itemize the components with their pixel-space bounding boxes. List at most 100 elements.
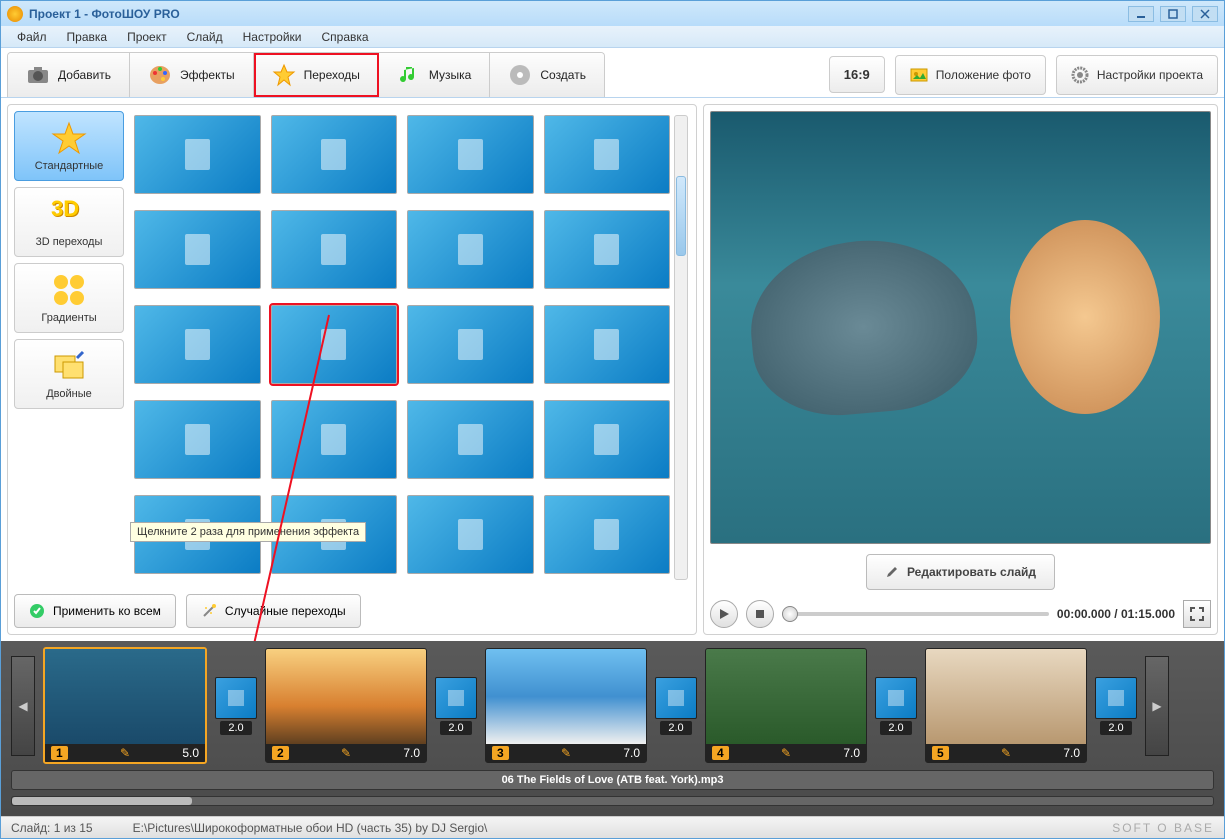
transition-item[interactable] [407,495,534,574]
transition-item[interactable] [407,305,534,384]
close-button[interactable] [1192,6,1218,22]
main-toolbar: Добавить Эффекты Переходы Музыка Создать… [1,48,1224,98]
transition-item[interactable] [407,115,534,194]
three-d-icon: 3D [51,196,87,232]
preview-viewport [710,111,1211,544]
window-title: Проект 1 - ФотоШОУ PRO [29,7,1122,21]
pencil-icon: ✎ [341,746,351,760]
pencil-icon: ✎ [561,746,571,760]
transition-item[interactable] [271,210,398,289]
timeline-slide[interactable]: 5✎7.0 [925,648,1087,763]
app-icon [7,6,23,22]
transition-item[interactable] [544,495,671,574]
menu-help[interactable]: Справка [313,27,376,47]
timeline-scrollbar[interactable] [11,796,1214,806]
star-icon [272,63,296,87]
menu-settings[interactable]: Настройки [235,27,310,47]
timeline-slide[interactable]: 3✎7.0 [485,648,647,763]
pencil-icon: ✎ [1001,746,1011,760]
status-path: E:\Pictures\Широкоформатные обои HD (час… [133,821,488,835]
statusbar: Слайд: 1 из 15 E:\Pictures\Широкоформатн… [1,816,1224,838]
category-3d[interactable]: 3D 3D переходы [14,187,124,257]
transition-item[interactable] [271,115,398,194]
timeline-slide[interactable]: 1✎5.0 [43,647,207,764]
transitions-grid [130,111,690,584]
project-settings-button[interactable]: Настройки проекта [1056,55,1218,95]
tab-transitions[interactable]: Переходы [254,53,379,97]
pencil-icon: ✎ [781,746,791,760]
transition-item[interactable] [544,115,671,194]
category-gradients[interactable]: Градиенты [14,263,124,333]
gear-icon [1071,66,1089,84]
transition-item[interactable] [134,115,261,194]
timeline: ◀ 1✎5.0 2.0 2✎7.0 2.0 3✎7.0 2.0 4✎7.0 2.… [1,641,1224,816]
tab-music[interactable]: Музыка [379,53,490,97]
timeline-transition[interactable]: 2.0 [1095,677,1137,735]
category-double[interactable]: Двойные [14,339,124,409]
tab-effects[interactable]: Эффекты [130,53,254,97]
timeline-slide[interactable]: 2✎7.0 [265,648,427,763]
gradient-icon [51,272,87,308]
camera-icon [26,63,50,87]
transition-item[interactable] [544,210,671,289]
timeline-nav-left[interactable]: ◀ [11,656,35,756]
edit-slide-button[interactable]: Редактировать слайд [866,554,1055,590]
aspect-ratio-button[interactable]: 16:9 [829,56,885,93]
menu-project[interactable]: Проект [119,27,175,47]
transitions-panel: Стандартные 3D 3D переходы Градиенты Дво… [7,104,697,635]
maximize-button[interactable] [1160,6,1186,22]
photo-position-button[interactable]: Положение фото [895,55,1046,95]
photo-icon [910,66,928,84]
wand-icon [201,603,217,619]
timeline-transition[interactable]: 2.0 [215,677,257,735]
playback-slider[interactable] [782,612,1049,616]
fullscreen-button[interactable] [1183,600,1211,628]
transition-item[interactable] [544,400,671,479]
transition-item-selected[interactable] [271,305,398,384]
pencil-icon [885,565,899,579]
titlebar: Проект 1 - ФотоШОУ PRO [1,1,1224,26]
preview-content [1010,220,1160,414]
music-icon [397,63,421,87]
tooltip-hint: Щелкните 2 раза для применения эффекта [130,522,366,542]
tab-add[interactable]: Добавить [8,53,130,97]
status-slide-counter: Слайд: 1 из 15 [11,821,93,835]
category-sidebar: Стандартные 3D 3D переходы Градиенты Дво… [14,111,124,584]
transition-item[interactable] [407,210,534,289]
timeline-transition[interactable]: 2.0 [875,677,917,735]
disc-icon [508,63,532,87]
check-icon [29,603,45,619]
menu-file[interactable]: Файл [9,27,55,47]
tab-create[interactable]: Создать [490,53,604,97]
minimize-button[interactable] [1128,6,1154,22]
transition-item[interactable] [134,400,261,479]
pencil-icon: ✎ [120,746,130,760]
random-transitions-button[interactable]: Случайные переходы [186,594,361,628]
transition-item[interactable] [134,305,261,384]
grid-scrollbar[interactable] [674,115,688,580]
menubar: Файл Правка Проект Слайд Настройки Справ… [1,26,1224,48]
menu-edit[interactable]: Правка [59,27,116,47]
playback-controls: 00:00.000 / 01:15.000 [710,600,1211,628]
palette-icon [148,63,172,87]
transition-item[interactable] [407,400,534,479]
menu-slide[interactable]: Слайд [179,27,231,47]
category-standard[interactable]: Стандартные [14,111,124,181]
timeline-transition[interactable]: 2.0 [655,677,697,735]
transition-item[interactable] [271,400,398,479]
play-button[interactable] [710,600,738,628]
timeline-transition[interactable]: 2.0 [435,677,477,735]
timeline-nav-right[interactable]: ▶ [1145,656,1169,756]
transition-item[interactable] [544,305,671,384]
time-display: 00:00.000 / 01:15.000 [1057,607,1175,621]
timeline-slide[interactable]: 4✎7.0 [705,648,867,763]
audio-track[interactable]: 06 The Fields of Love (ATB feat. York).m… [11,770,1214,790]
apply-all-button[interactable]: Применить ко всем [14,594,176,628]
preview-panel: Редактировать слайд 00:00.000 / 01:15.00… [703,104,1218,635]
stop-button[interactable] [746,600,774,628]
transition-item[interactable] [134,210,261,289]
preview-content [744,232,983,423]
brand-watermark: SOFT O BASE [1112,821,1214,835]
double-icon [51,348,87,384]
star-icon [51,120,87,156]
